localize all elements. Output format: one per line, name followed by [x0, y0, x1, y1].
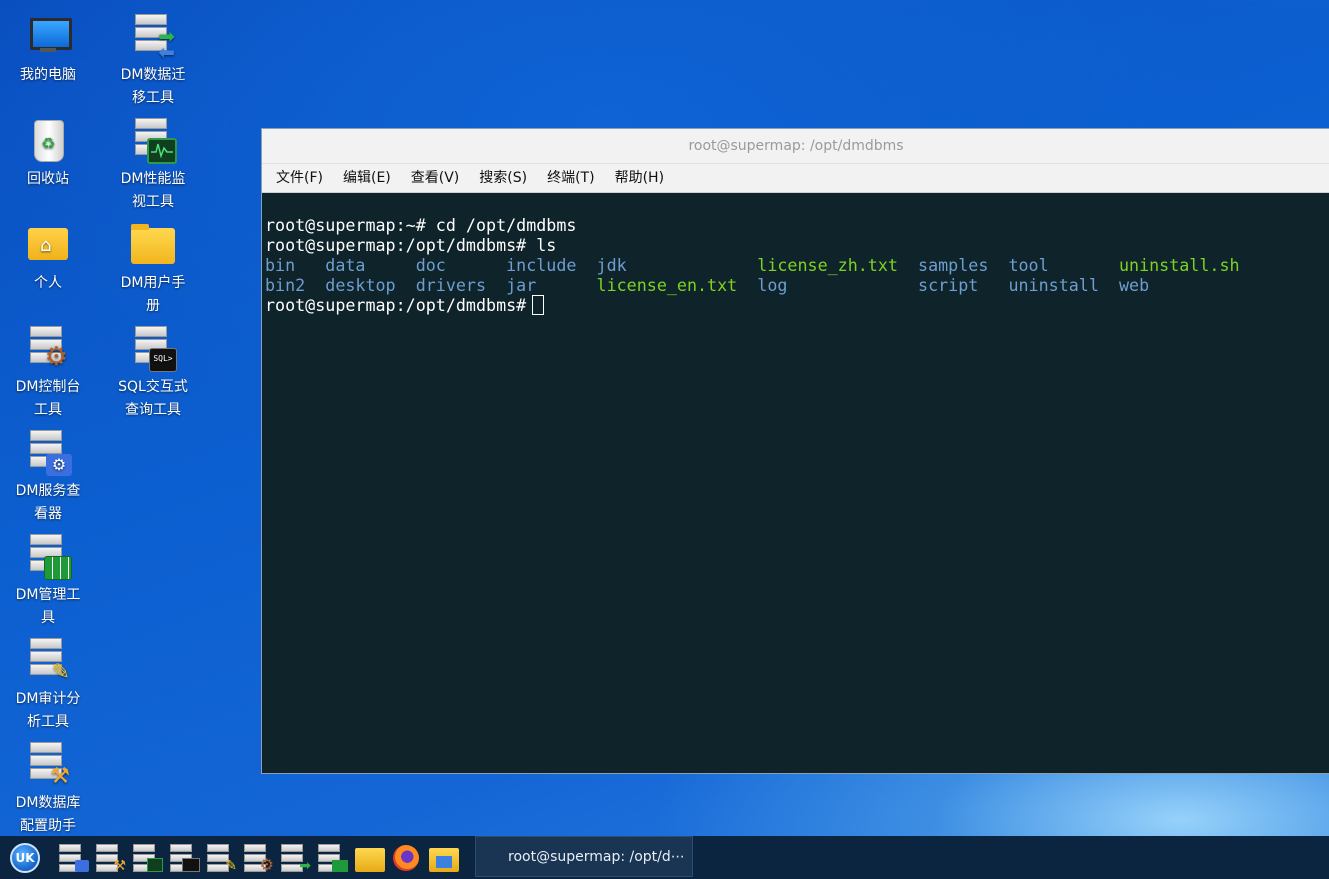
dm-monitor-icon[interactable] — [131, 842, 163, 874]
desktop-icon-label: 回收站 — [27, 171, 69, 187]
folder-icon — [129, 222, 177, 270]
file-manager-icon[interactable] — [427, 842, 459, 874]
ls-entry: license_zh.txt — [757, 255, 898, 275]
menu-search[interactable]: 搜索(S) — [469, 164, 537, 192]
ls-entry: jar — [506, 275, 537, 295]
desktop-icon-home[interactable]: ⌂ 个人 — [0, 222, 96, 295]
ls-entry: samples — [918, 255, 989, 275]
ls-entry: tool — [1008, 255, 1049, 275]
dm-service-icon: ⚙ — [24, 430, 72, 478]
menu-file[interactable]: 文件(F) — [266, 164, 333, 192]
ls-entry: uninstall.sh — [1118, 255, 1240, 275]
taskbar: UK ⚒ ✎ ⚙ ➡ root@supermap: /opt/d⋯ — [0, 836, 1329, 879]
folder-icon[interactable] — [353, 842, 385, 874]
desktop-icon-label: DM管理工 具 — [15, 587, 81, 626]
dm-config-icon[interactable]: ⚒ — [94, 842, 126, 874]
desktop-icon-dm-console[interactable]: ⚙ DM控制台 工具 — [0, 326, 96, 422]
desktop-icon-label: DM性能监 视工具 — [120, 171, 186, 210]
terminal-prompt: root@supermap:/opt/dmdbms# — [265, 295, 527, 315]
dm-audit-icon[interactable]: ✎ — [205, 842, 237, 874]
menu-bar: 文件(F) 编辑(E) 查看(V) 搜索(S) 终端(T) 帮助(H) — [262, 164, 1329, 193]
recycle-bin-icon: ♻ — [24, 118, 72, 166]
desktop-icon-label: 我的电脑 — [20, 67, 76, 83]
sql-query-icon: SQL> — [129, 326, 177, 374]
ls-entry: log — [757, 275, 788, 295]
firefox-icon[interactable] — [390, 842, 422, 874]
desktop-icon-label: DM服务查 看器 — [15, 483, 81, 522]
dm-console-icon: ⚙ — [24, 326, 72, 374]
menu-view[interactable]: 查看(V) — [401, 164, 470, 192]
dm-migration-icon[interactable]: ➡ — [279, 842, 311, 874]
desktop-icon-dm-manager[interactable]: DM管理工 具 — [0, 534, 96, 630]
ls-entry: doc — [415, 255, 446, 275]
ls-entry: license_en.txt — [596, 275, 738, 295]
desktop-icon-label: DM用户手 册 — [120, 275, 186, 314]
desktop-icon-label: SQL交互式 查询工具 — [118, 379, 188, 418]
ls-entry: data — [325, 255, 366, 275]
dm-manager-icon — [24, 534, 72, 582]
terminal-line: root@supermap:~# cd /opt/dmdbms — [265, 215, 577, 235]
terminal-prompt-line: root@supermap:/opt/dmdbms# — [265, 295, 1327, 315]
desktop-icon-label: DM审计分 析工具 — [15, 691, 81, 730]
ls-entry: uninstall — [1008, 275, 1099, 295]
dm-migration-icon: ➡ ⬅ — [129, 14, 177, 62]
start-menu-button[interactable]: UK — [10, 842, 40, 873]
home-folder-icon: ⌂ — [24, 222, 72, 270]
desktop-icon-dm-migration[interactable]: ➡ ⬅ DM数据迁 移工具 — [105, 14, 201, 110]
menu-help[interactable]: 帮助(H) — [605, 164, 674, 192]
menu-edit[interactable]: 编辑(E) — [333, 164, 401, 192]
ls-entry: include — [506, 255, 577, 275]
sql-query-icon[interactable] — [168, 842, 200, 874]
ls-entry: desktop — [325, 275, 396, 295]
dm-monitor-icon — [129, 118, 177, 166]
ls-entry: jdk — [596, 255, 627, 275]
desktop-icon-dm-monitor[interactable]: DM性能监 视工具 — [105, 118, 201, 214]
ls-entry: bin2 — [265, 275, 306, 295]
desktop-icon-dm-config[interactable]: ⚒ DM数据库 配置助手 — [0, 742, 96, 838]
ls-entry: drivers — [415, 275, 487, 295]
terminal-window[interactable]: root@supermap: /opt/dmdbms 文件(F) 编辑(E) 查… — [261, 128, 1329, 774]
terminal-output[interactable]: root@supermap:~# cd /opt/dmdbms root@supe… — [262, 195, 1329, 315]
window-title[interactable]: root@supermap: /opt/dmdbms — [262, 129, 1329, 164]
ls-row: bin data doc include jdk license_zh.txt … — [265, 255, 1327, 275]
desktop-icon-dm-user-manual[interactable]: DM用户手 册 — [105, 222, 201, 318]
desktop-icon-recycle-bin[interactable]: ♻ 回收站 — [0, 118, 96, 191]
terminal-line: root@supermap:/opt/dmdbms# ls — [265, 235, 557, 255]
desktop-icon-my-computer[interactable]: 我的电脑 — [0, 14, 96, 87]
desktop-icon-label: DM数据库 配置助手 — [15, 795, 81, 834]
computer-icon — [24, 14, 72, 62]
desktop-icon-dm-service[interactable]: ⚙ DM服务查 看器 — [0, 430, 96, 526]
ls-entry: script — [918, 275, 979, 295]
desktop-icon-label: DM控制台 工具 — [15, 379, 81, 418]
menu-terminal[interactable]: 终端(T) — [537, 164, 604, 192]
dm-config-icon: ⚒ — [24, 742, 72, 790]
desktop-icon-label: 个人 — [34, 275, 62, 291]
ls-entry: bin — [265, 255, 296, 275]
dm-console-icon[interactable]: ⚙ — [242, 842, 274, 874]
dm-service-icon[interactable] — [57, 842, 89, 874]
taskbar-item-terminal[interactable]: root@supermap: /opt/d⋯ — [475, 836, 693, 877]
desktop-icon-label: DM数据迁 移工具 — [120, 67, 186, 106]
dm-manager-icon[interactable] — [316, 842, 348, 874]
ls-row: bin2 desktop drivers jar license_en.txt … — [265, 275, 1327, 295]
dm-audit-icon: ✎ — [24, 638, 72, 686]
text-cursor — [532, 295, 545, 315]
desktop-icon-sql-query[interactable]: SQL> SQL交互式 查询工具 — [105, 326, 201, 422]
desktop-icon-dm-audit[interactable]: ✎ DM审计分 析工具 — [0, 638, 96, 734]
ls-entry: web — [1118, 275, 1150, 295]
